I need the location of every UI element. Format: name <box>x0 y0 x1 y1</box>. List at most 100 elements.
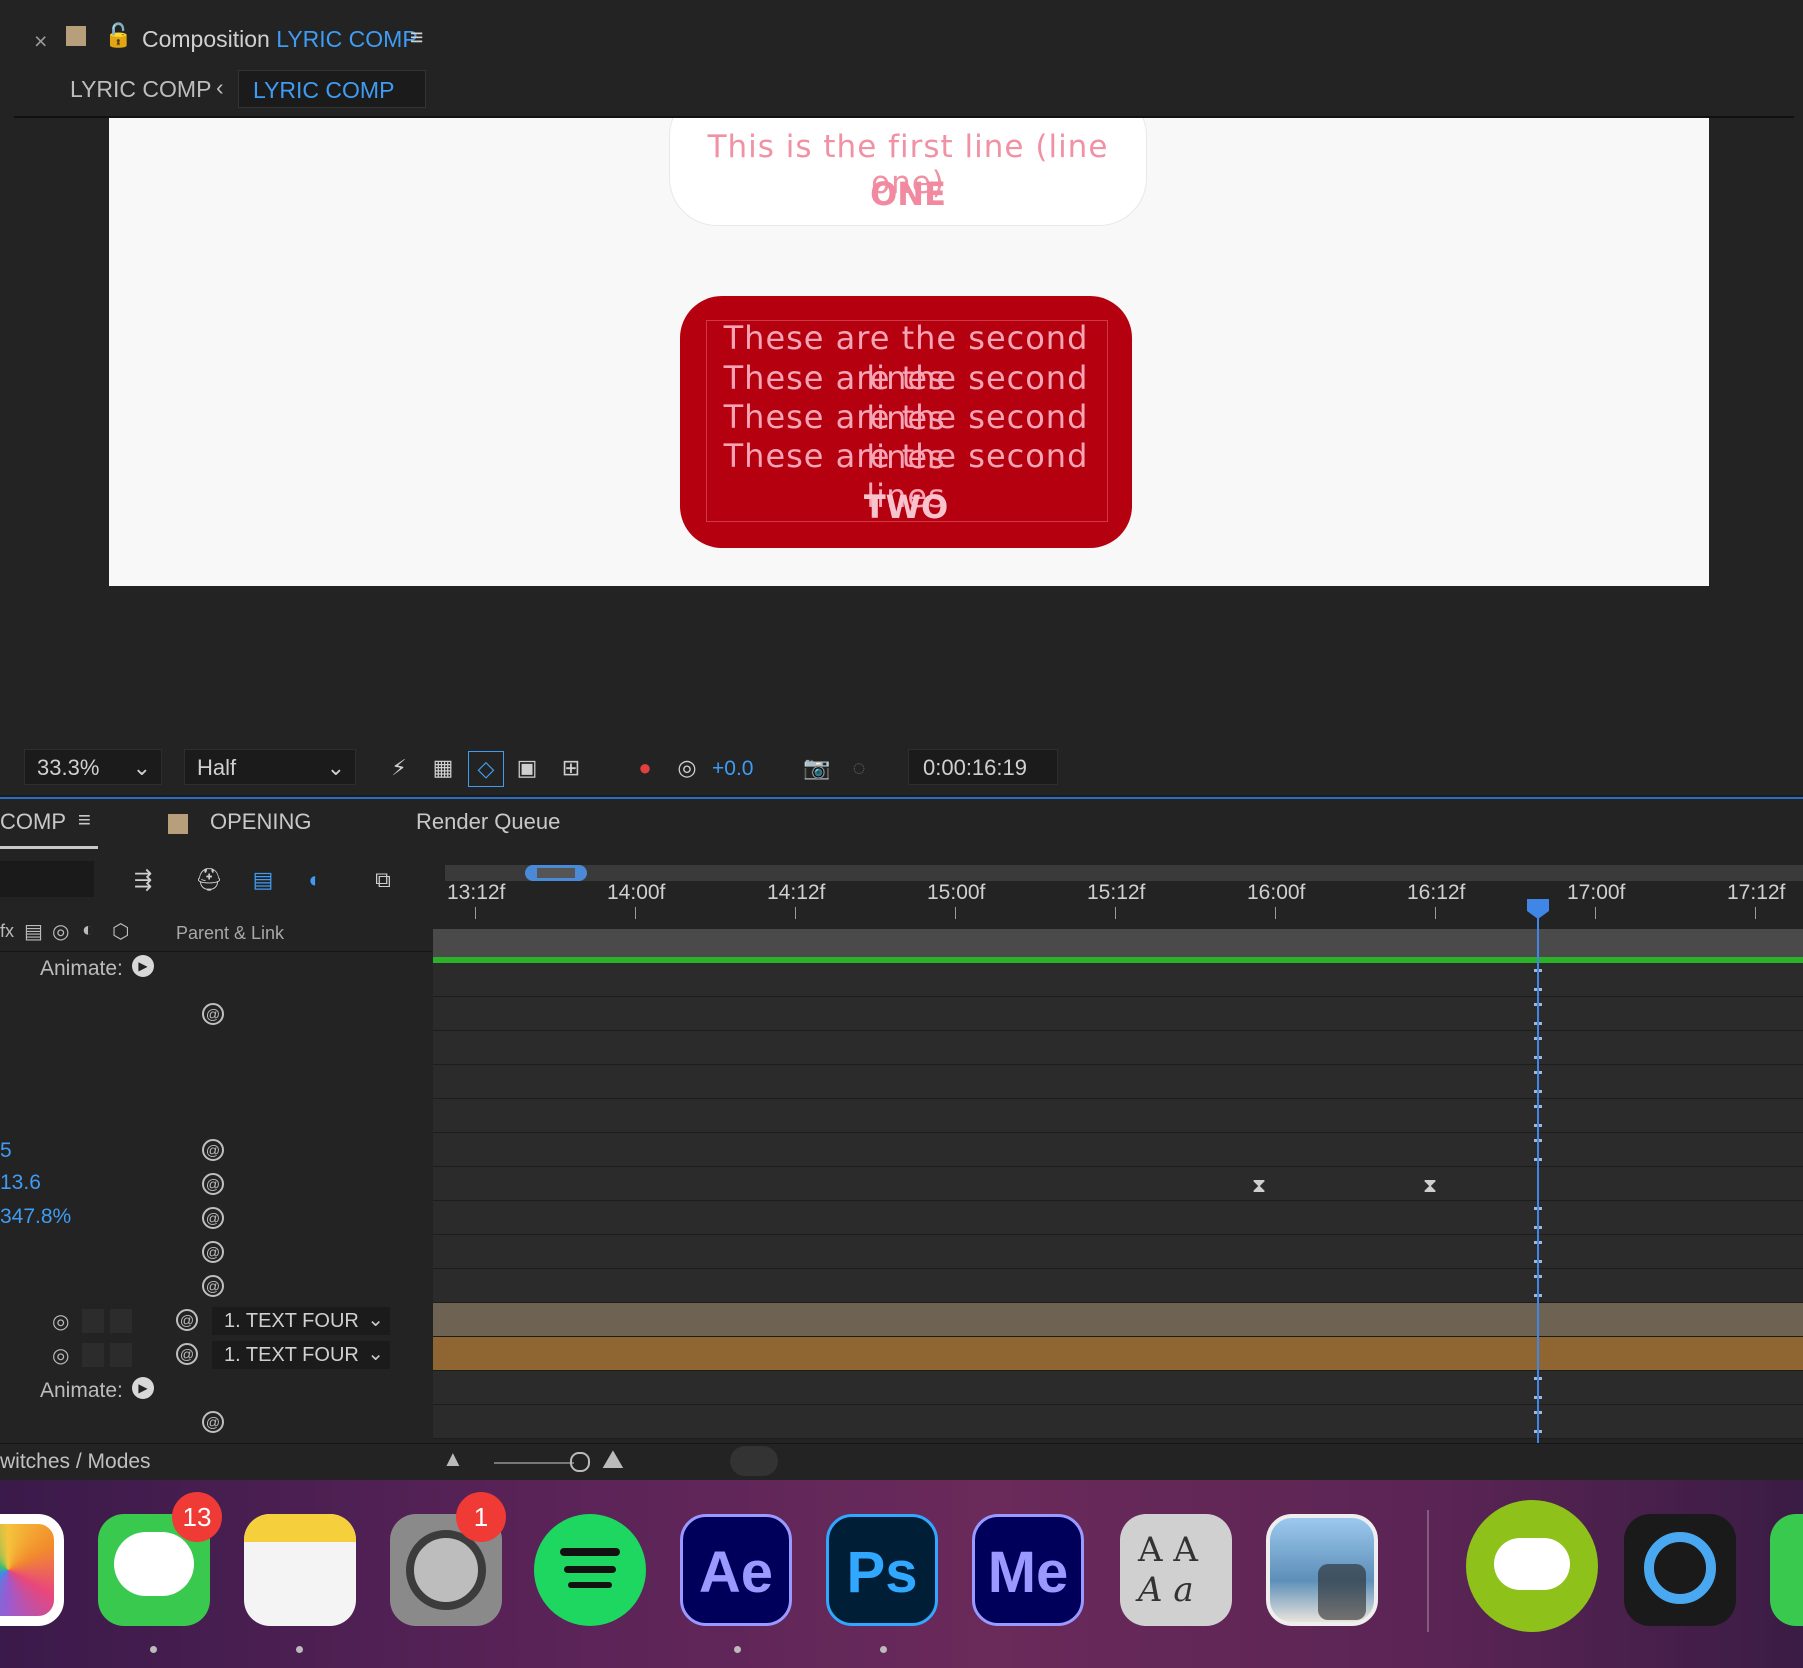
cloud-icon <box>1494 1538 1570 1590</box>
layer-bar[interactable] <box>433 1303 1803 1337</box>
pickwhip-icon[interactable]: @ <box>202 1275 224 1297</box>
color-channels-icon[interactable]: ● <box>628 751 662 785</box>
show-snapshot-icon[interactable]: ◌ <box>842 751 876 785</box>
keyframe-icon[interactable]: ⧗ <box>1423 1175 1437 1198</box>
zoom-slider-track[interactable] <box>494 1462 574 1464</box>
guides-grid-icon[interactable]: ⊞ <box>554 751 588 785</box>
region-of-interest-icon[interactable]: ▣ <box>510 751 544 785</box>
graph-editor-icon[interactable]: ⧉ <box>366 863 400 897</box>
media-encoder-app-icon[interactable]: Me <box>972 1514 1084 1626</box>
zoom-out-mountain-icon[interactable]: ▲ <box>442 1446 464 1472</box>
current-time-display[interactable]: 0:00:16:19 <box>908 749 1058 785</box>
cloud-video-app-icon[interactable] <box>1466 1500 1598 1632</box>
snapshot-camera-icon[interactable]: 📷 <box>800 751 834 785</box>
time-ruler[interactable]: 13:12f 14:00f 14:12f 15:00f 15:12f 16:00f 16:1… <box>433 849 1803 929</box>
ruler-tick <box>795 907 796 919</box>
notes-app-icon[interactable] <box>244 1514 356 1626</box>
lyric-label-two: TWO <box>863 488 949 526</box>
property-value[interactable]: 13.6 <box>0 1171 41 1195</box>
ruler-tick <box>635 907 636 919</box>
pickwhip-icon[interactable]: @ <box>202 1241 224 1263</box>
lyric-box-one[interactable]: This is the first line (line one) ONE <box>669 118 1147 226</box>
fast-previews-icon[interactable]: ⚡ <box>382 751 416 785</box>
zoom-in-mountain-icon[interactable]: ⛰ <box>602 1444 624 1476</box>
facetime-app-icon[interactable] <box>1770 1514 1803 1626</box>
scroll-handle[interactable] <box>730 1446 778 1476</box>
comp-canvas[interactable]: This is the first line (line one) ONE Th… <box>109 118 1709 586</box>
after-effects-app-icon[interactable]: Ae <box>680 1514 792 1626</box>
exposure-value[interactable]: +0.0 <box>712 757 753 781</box>
switch-cell[interactable] <box>110 1343 132 1367</box>
draft-3d-icon[interactable]: ⛑ <box>192 863 226 897</box>
scale-value[interactable]: 347.8% <box>0 1205 71 1229</box>
resolution-dropdown[interactable]: Half ⌄ <box>184 749 356 785</box>
frame-blend-switch-icon[interactable]: ▤ <box>24 919 43 944</box>
photoshop-app-icon[interactable]: Ps <box>826 1514 938 1626</box>
motion-blur-switch-icon[interactable]: ◎ <box>52 919 69 944</box>
timeline-graph[interactable]: 13:12f 14:00f 14:12f 15:00f 15:12f 16:00f 16:1… <box>433 849 1803 1481</box>
breadcrumb-active-tab[interactable]: LYRIC COMP <box>238 70 426 108</box>
spotify-wave <box>568 1582 612 1588</box>
motion-blur-switch-icon[interactable]: ◎ <box>52 1309 69 1334</box>
exposure-reset-icon[interactable]: ◎ <box>670 751 704 785</box>
pickwhip-icon[interactable]: @ <box>202 1411 224 1433</box>
zoom-slider-thumb[interactable] <box>570 1452 590 1472</box>
pickwhip-icon[interactable]: @ <box>202 1173 224 1195</box>
panel-title: Composition LYRIC COMP <box>142 26 418 52</box>
breadcrumb-item[interactable]: LYRIC COMP <box>70 76 211 103</box>
tab-opening[interactable]: OPENING <box>210 809 311 835</box>
system-settings-app-icon[interactable]: 1 <box>390 1492 906 1626</box>
composition-mini-flowchart-icon[interactable]: ⇶ <box>126 863 160 897</box>
pickwhip-icon[interactable]: @ <box>202 1003 224 1025</box>
font-book-app-icon[interactable]: A A A a <box>1120 1514 1232 1626</box>
chevron-left-icon[interactable]: ‹ <box>216 74 224 101</box>
chevron-down-icon: ⌄ <box>367 1309 384 1331</box>
close-icon[interactable]: × <box>34 28 47 55</box>
animate-play-icon[interactable]: ▶ <box>132 1377 154 1399</box>
messages-app-icon[interactable]: 13 <box>98 1492 222 1626</box>
frame-blending-icon[interactable]: ▤ <box>246 863 280 897</box>
breadcrumb-active-label: LYRIC COMP <box>253 77 395 103</box>
pickwhip-icon[interactable]: @ <box>176 1343 198 1365</box>
switch-cell[interactable] <box>110 1309 132 1333</box>
effects-switch-icon[interactable]: fx <box>0 921 14 942</box>
panel-menu-icon[interactable]: ≡ <box>410 24 423 51</box>
lock-icon[interactable]: 🔓 <box>104 22 133 49</box>
property-value[interactable]: 5 <box>0 1139 12 1163</box>
motion-blur-switch-icon[interactable]: ◎ <box>52 1343 69 1368</box>
switch-cell[interactable] <box>82 1343 104 1367</box>
quicktime-app-icon[interactable] <box>1624 1514 1736 1626</box>
switch-cell[interactable] <box>82 1309 104 1333</box>
track-row <box>433 1031 1803 1065</box>
keyframe-icon[interactable]: ⧗ <box>1252 1175 1266 1198</box>
composition-panel: × 🔓 Composition LYRIC COMP ≡ LYRIC COMP … <box>0 0 1803 795</box>
layer-search-input[interactable] <box>0 861 94 897</box>
ruler-label: 15:00f <box>927 881 986 904</box>
layer-row[interactable]: ◎ @ 1. TEXT FOUR ⌄ <box>0 1339 432 1372</box>
adjustment-layer-switch-icon[interactable]: ◐ <box>82 919 94 942</box>
ruler-label: 14:12f <box>767 881 826 904</box>
layer-row[interactable]: ◎ @ 1. TEXT FOUR ⌄ <box>0 1305 432 1338</box>
lyric-box-two[interactable]: These are the second lines These are the… <box>680 296 1132 548</box>
timeline-panel: COMP ≡ OPENING Render Queue ⇶ ⛑ ▤ ◐ ⧉ fx… <box>0 797 1803 1482</box>
photos-app-icon[interactable] <box>0 1514 64 1626</box>
comp-color-swatch <box>168 814 188 834</box>
3d-layer-switch-icon[interactable]: ⬡ <box>112 919 129 944</box>
tab-menu-icon[interactable]: ≡ <box>78 807 91 833</box>
layer-bar-selected[interactable] <box>433 1337 1803 1371</box>
parent-dropdown[interactable]: 1. TEXT FOUR ⌄ <box>212 1341 390 1369</box>
switches-modes-toggle[interactable]: witches / Modes <box>0 1450 151 1474</box>
pickwhip-icon[interactable]: @ <box>176 1309 198 1331</box>
mask-path-icon[interactable]: ◇ <box>468 751 504 787</box>
spotify-wave <box>564 1566 616 1573</box>
pickwhip-icon[interactable]: @ <box>202 1139 224 1161</box>
pickwhip-icon[interactable]: @ <box>202 1207 224 1229</box>
spotify-app-icon[interactable] <box>534 1514 646 1626</box>
preview-app-icon[interactable] <box>1266 1514 1378 1626</box>
zoom-dropdown[interactable]: 33.3% ⌄ <box>24 749 162 785</box>
transparency-grid-icon[interactable]: ▦ <box>426 751 460 785</box>
parent-dropdown[interactable]: 1. TEXT FOUR ⌄ <box>212 1307 390 1335</box>
motion-blur-icon[interactable]: ◐ <box>298 863 332 897</box>
tab-render-queue[interactable]: Render Queue <box>416 809 560 835</box>
animate-play-icon[interactable]: ▶ <box>132 955 154 977</box>
